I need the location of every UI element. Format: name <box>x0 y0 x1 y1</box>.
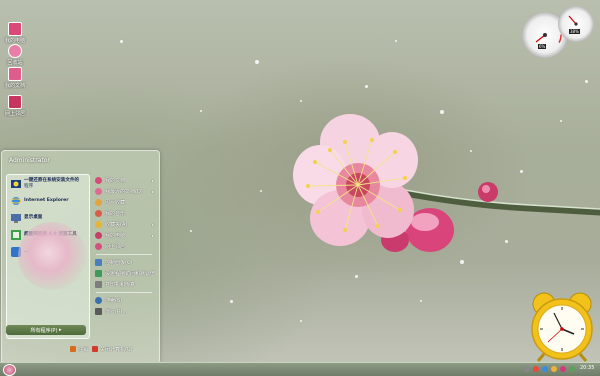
menu-item-label: 运行(R)... <box>105 309 128 315</box>
menu-item-search[interactable]: 搜索(S) <box>92 295 156 306</box>
documents-icon <box>8 67 22 81</box>
taskbar-clock[interactable]: 20:35 <box>580 365 594 371</box>
menu-item-label: 搜索(S) <box>105 298 123 304</box>
menu-item-label: 我的电脑 <box>105 233 126 239</box>
menu-item-printers[interactable]: 打印机和传真 <box>92 279 156 290</box>
menu-item-label: 控制面板(C) <box>105 260 133 266</box>
desktop-icon-recycle-bin[interactable]: 回收站 <box>4 44 26 66</box>
tray-keyboard-icon[interactable] <box>524 365 530 372</box>
all-programs-button[interactable]: 所有程序(P) ▸ <box>6 325 86 335</box>
menu-flower-photo <box>18 222 86 290</box>
recycle-bin-icon <box>8 44 22 58</box>
desktop-icon-my-documents[interactable]: 我的文档 <box>4 67 26 89</box>
desktop-icon-network[interactable]: 网上邻居 <box>4 95 26 117</box>
menu-separator <box>96 254 152 255</box>
logoff-icon <box>70 346 76 352</box>
menu-item-label: 打印机和传真 <box>105 282 136 288</box>
ie-icon <box>11 196 21 205</box>
menu-item-my-computer[interactable]: 我的电脑 ▸ <box>92 230 156 241</box>
reader-icon <box>11 229 21 240</box>
logoff-button[interactable]: 注销 <box>70 346 88 353</box>
power-icon <box>92 346 99 352</box>
program-defaults-icon <box>95 270 102 277</box>
menu-item-my-pictures[interactable]: 图片收藏 <box>92 197 156 208</box>
taskbar <box>0 362 600 376</box>
menu-item-network[interactable]: 网上邻居 <box>92 241 156 252</box>
shutdown-label: 关闭计算机(U) <box>100 346 133 353</box>
program-subtitle: 程序 <box>24 183 34 189</box>
tray-antivirus-icon[interactable] <box>533 365 539 372</box>
recent-documents-icon <box>95 188 102 195</box>
logoff-label: 注销 <box>78 346 89 353</box>
desktop-icon-label: 回收站 <box>7 60 23 66</box>
desktop-icon-label: 我的文档 <box>4 83 25 89</box>
computer-icon <box>95 232 102 239</box>
system-tray <box>524 364 575 373</box>
cpu-percent: 6% <box>538 44 547 49</box>
memory-gauge <box>568 15 578 26</box>
restore-icon <box>11 179 21 188</box>
menu-separator <box>96 292 152 293</box>
desktop-icon <box>11 213 21 223</box>
menu-item-label: 设定程序访问和默认值 <box>105 271 156 277</box>
search-icon <box>95 297 102 304</box>
desktop-icon-my-computer[interactable]: 我的电脑 <box>4 22 26 44</box>
music-icon <box>95 210 102 217</box>
start-button[interactable] <box>3 364 16 376</box>
arrow-right-icon: ▸ <box>151 189 154 194</box>
memory-percent: 38% <box>569 29 580 34</box>
user-name: Administrator <box>9 157 50 164</box>
arrow-right-icon: ▸ <box>59 327 62 333</box>
desktop-icon-label: 网上邻居 <box>4 111 25 117</box>
alarm-clock-gadget[interactable] <box>528 292 596 362</box>
menu-item-my-music[interactable]: 我的音乐 <box>92 208 156 219</box>
start-menu-power-bar: 注销 关闭计算机(U) <box>70 344 155 354</box>
favorites-icon <box>95 221 102 228</box>
tray-network-icon[interactable] <box>542 365 548 372</box>
computer-icon <box>8 22 22 36</box>
menu-item-program-defaults[interactable]: 设定程序访问和默认值 <box>92 268 156 279</box>
tray-app-icon[interactable] <box>560 365 566 372</box>
menu-item-label: 收藏夹(A) <box>105 222 128 228</box>
menu-item-label: 我最近的文档(D) <box>105 189 143 195</box>
menu-item-label: 网上邻居 <box>105 244 126 250</box>
menu-item-label: 图片收藏 <box>105 200 126 206</box>
memory-meter-gadget[interactable]: 38% <box>558 6 594 42</box>
documents-icon <box>95 177 102 184</box>
menu-item-label: 我的文档 <box>105 178 126 184</box>
menu-item-run[interactable]: 运行(R)... <box>92 306 156 317</box>
network-icon <box>95 243 102 250</box>
menu-item-my-documents[interactable]: 我的文档 ▸ <box>92 175 156 186</box>
places-pane: 我的文档 ▸ 我最近的文档(D) ▸ 图片收藏 我的音乐 收藏夹(A) ▸ 我的电脑 ▸… <box>92 175 156 317</box>
arrow-right-icon: ▸ <box>151 178 154 183</box>
run-icon <box>95 308 102 315</box>
all-programs-label: 所有程序(P) <box>30 327 58 334</box>
network-icon <box>8 95 22 109</box>
program-name: 显示桌面 <box>24 214 43 220</box>
shutdown-button[interactable]: 关闭计算机(U) <box>92 346 133 353</box>
control-panel-icon <box>95 259 102 266</box>
menu-item-control-panel[interactable]: 控制面板(C) <box>92 257 156 268</box>
arrow-right-icon: ▸ <box>151 222 154 227</box>
menu-item-recent-documents[interactable]: 我最近的文档(D) ▸ <box>92 186 156 197</box>
menu-item-favorites[interactable]: 收藏夹(A) ▸ <box>92 219 156 230</box>
pinned-program-internet-explorer[interactable]: Internet Explorer <box>7 192 89 209</box>
pictures-icon <box>95 199 102 206</box>
desktop-icon-label: 我的电脑 <box>4 38 25 44</box>
program-name: Internet Explorer <box>24 197 69 203</box>
tray-update-icon[interactable] <box>569 365 575 372</box>
arrow-right-icon: ▸ <box>151 233 154 238</box>
pinned-program-onekey-restore[interactable]: 一键还原在系统安装文件的 程序 <box>7 175 89 192</box>
printer-icon <box>95 281 102 288</box>
tray-volume-icon[interactable] <box>551 365 557 372</box>
menu-item-label: 我的音乐 <box>105 211 126 217</box>
